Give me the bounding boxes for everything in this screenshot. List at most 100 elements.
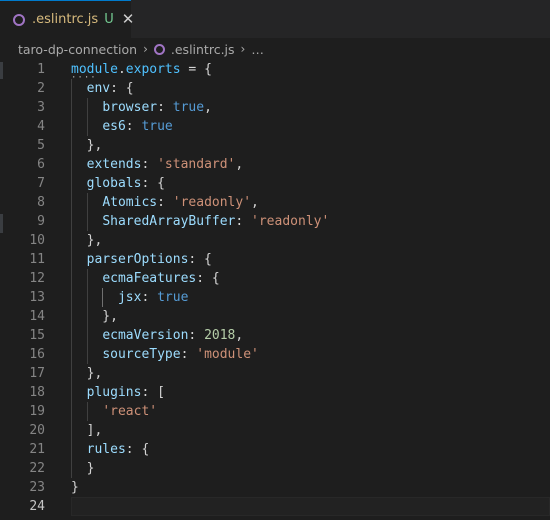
line-number: 22 <box>29 461 45 476</box>
code-text: }, <box>71 307 118 326</box>
code-line[interactable]: 5 }, <box>0 136 550 155</box>
code-token: : <box>235 214 252 229</box>
line-number: 16 <box>29 347 45 362</box>
line-number: 18 <box>29 385 45 400</box>
code-token: sourceType <box>102 347 181 362</box>
code-line[interactable]: 19 'react' <box>0 402 550 421</box>
code-text: ecmaFeatures: { <box>71 269 220 288</box>
code-token: : <box>180 347 197 362</box>
code-line[interactable]: 6 extends: 'standard', <box>0 155 550 174</box>
breadcrumb-file[interactable]: .eslintrc.js <box>171 42 235 57</box>
code-token: SharedArrayBuffer <box>102 214 236 229</box>
code-line[interactable]: 4 es6: true <box>0 117 550 136</box>
code-line[interactable]: 21 rules: { <box>0 440 550 459</box>
code-text: parserOptions: { <box>71 250 212 269</box>
code-token: parserOptions <box>86 252 189 267</box>
code-editor[interactable]: 1 module.exports = {2 env: {3 browser: tr… <box>0 60 550 520</box>
suggestion-hint-dots: ···· <box>71 73 97 83</box>
code-line[interactable]: 14 }, <box>0 307 550 326</box>
line-number: 9 <box>37 214 45 229</box>
code-line[interactable]: 9 SharedArrayBuffer: 'readonly' <box>0 212 550 231</box>
code-token: : <box>188 328 205 343</box>
code-text: rules: { <box>71 440 150 459</box>
code-text: browser: true, <box>71 98 212 117</box>
line-number: 15 <box>29 328 45 343</box>
line-number: 3 <box>37 100 45 115</box>
code-token: : { <box>125 442 150 457</box>
breadcrumb-symbols[interactable]: … <box>251 42 264 57</box>
code-token: true <box>172 100 205 115</box>
code-line[interactable]: 3 browser: true, <box>0 98 550 117</box>
code-line[interactable]: 13 jsx: true <box>0 288 550 307</box>
code-token: globals <box>86 176 142 191</box>
code-token: } <box>71 461 95 476</box>
code-text: } <box>71 478 79 497</box>
tab-eslintrc[interactable]: .eslintrc.js U ✕ <box>0 0 134 38</box>
line-number: 20 <box>29 423 45 438</box>
line-number: 24 <box>29 499 45 514</box>
line-number: 2 <box>37 81 45 96</box>
code-line[interactable]: 10 }, <box>0 231 550 250</box>
code-line[interactable]: 24 <box>0 497 550 516</box>
code-line[interactable]: 16 sourceType: 'module' <box>0 345 550 364</box>
code-token: 'readonly' <box>172 195 252 210</box>
code-token: }, <box>71 233 103 248</box>
line-number: 4 <box>37 119 45 134</box>
line-number: 13 <box>29 290 45 305</box>
code-text: globals: { <box>71 174 165 193</box>
code-text: es6: true <box>71 117 173 136</box>
chevron-right-icon: › <box>240 42 246 56</box>
code-text: sourceType: 'module' <box>71 345 259 364</box>
line-number: 11 <box>29 252 45 267</box>
code-token: , <box>235 157 244 172</box>
code-text: }, <box>71 136 103 155</box>
chevron-right-icon: › <box>143 42 148 56</box>
code-text: ], <box>71 421 103 440</box>
breadcrumb-folder[interactable]: taro-dp-connection <box>18 42 137 57</box>
code-token: : { <box>110 81 134 96</box>
code-line[interactable]: 11 parserOptions: { <box>0 250 550 269</box>
code-text: 'react' <box>71 402 157 421</box>
tab-bar: .eslintrc.js U ✕ <box>0 0 550 38</box>
code-token: }, <box>71 309 118 324</box>
code-line[interactable]: 22 } <box>0 459 550 478</box>
code-line[interactable]: 17 }, <box>0 364 550 383</box>
code-line[interactable]: 23} <box>0 478 550 497</box>
code-token: ecmaVersion <box>102 328 189 343</box>
code-text: SharedArrayBuffer: 'readonly' <box>71 212 329 231</box>
code-token: true <box>141 119 173 134</box>
breadcrumb: taro-dp-connection › .eslintrc.js › … <box>0 38 550 60</box>
code-token: 'standard' <box>157 157 236 172</box>
code-text: Atomics: 'readonly', <box>71 193 259 212</box>
code-token: 'readonly' <box>251 214 330 229</box>
code-text: plugins: [ <box>71 383 165 402</box>
line-number: 23 <box>29 480 45 495</box>
code-token: : [ <box>141 385 165 400</box>
code-token: , <box>204 100 212 115</box>
code-token: = { <box>180 62 212 77</box>
code-line[interactable]: 18 plugins: [ <box>0 383 550 402</box>
code-line[interactable]: 15 ecmaVersion: 2018, <box>0 326 550 345</box>
code-token: ], <box>71 423 103 438</box>
code-token: : <box>157 195 173 210</box>
code-token: 'module' <box>196 347 259 362</box>
code-line[interactable]: 8 Atomics: 'readonly', <box>0 193 550 212</box>
code-text: }, <box>71 231 103 250</box>
code-line[interactable]: 20 ], <box>0 421 550 440</box>
code-line[interactable]: 7 globals: { <box>0 174 550 193</box>
code-text: extends: 'standard', <box>71 155 244 174</box>
code-token: : { <box>188 252 212 267</box>
code-token: Atomics <box>102 195 158 210</box>
code-line[interactable]: 12 ecmaFeatures: { <box>0 269 550 288</box>
code-token: } <box>71 480 79 495</box>
close-icon[interactable]: ✕ <box>122 12 135 27</box>
code-token: : { <box>196 271 220 286</box>
code-token: rules <box>86 442 126 457</box>
